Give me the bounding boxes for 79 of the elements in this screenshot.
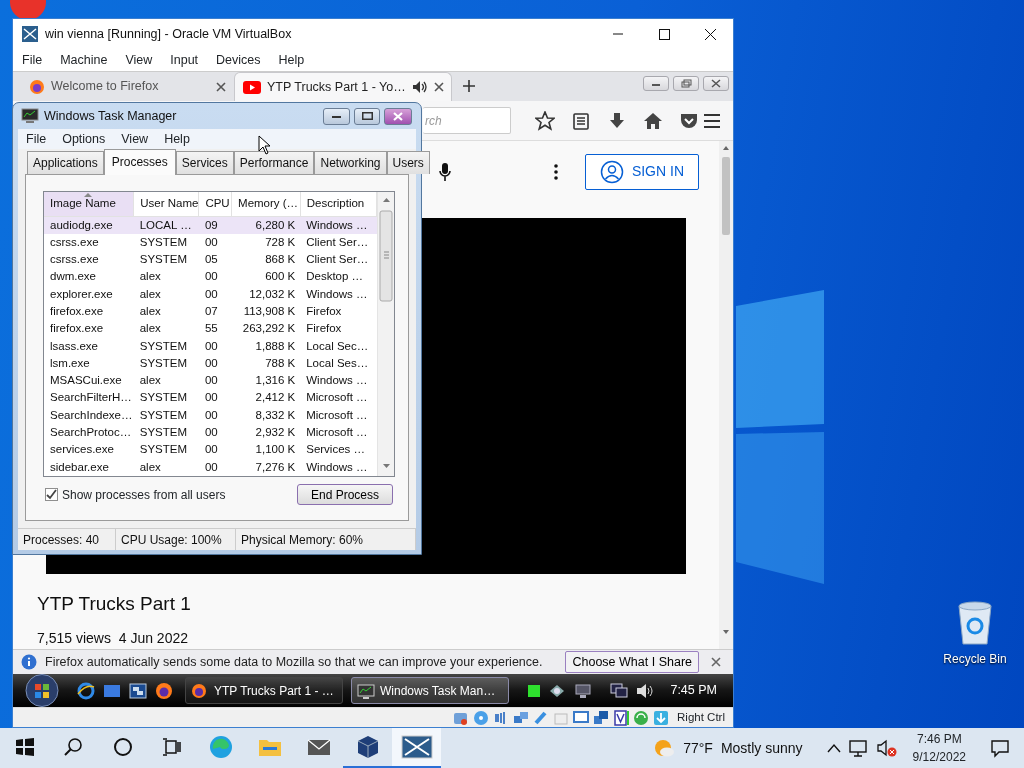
table-cell-text: alex bbox=[138, 321, 162, 337]
table-cell-text: SYSTEM bbox=[138, 338, 188, 354]
table-cell-text: Firefox bbox=[305, 321, 343, 337]
table-cell-text: Firefox bbox=[305, 304, 343, 319]
table-cell-text: SYSTEM bbox=[138, 355, 188, 371]
table-cell-text: 00 bbox=[203, 338, 219, 354]
table-cell-text: firefox.exe bbox=[49, 304, 105, 319]
table-cell: SYSTEM bbox=[133, 233, 199, 252]
table-cell-text: alex bbox=[138, 459, 162, 475]
table-cell-text: alex bbox=[138, 269, 162, 285]
table-cell-text: SYSTEM bbox=[138, 442, 188, 458]
table-cell-text: 00 bbox=[203, 442, 219, 458]
table-cell-text: Client Ser… bbox=[305, 252, 370, 268]
table-cell-text: SearchIndexe… bbox=[49, 407, 134, 423]
table-cell-text: alex bbox=[138, 373, 162, 389]
table-cell-text: dwm.exe bbox=[49, 269, 98, 285]
table-cell-text: lsm.exe bbox=[49, 355, 91, 371]
table-cell-text: 1,888 K bbox=[254, 338, 297, 354]
table-cell-text: SYSTEM bbox=[138, 390, 188, 406]
table-cell-text: 788 K bbox=[264, 355, 297, 371]
table-cell-text: Windows … bbox=[305, 286, 369, 302]
table-cell-text: 12,032 K bbox=[248, 286, 297, 302]
table-cell-text: sidebar.exe bbox=[49, 459, 110, 475]
table-cell-text: lsass.exe bbox=[49, 338, 99, 354]
table-cell-text: 113,908 K bbox=[242, 304, 297, 319]
table-cell-text: 00 bbox=[203, 269, 219, 285]
table-cell-text: 600 K bbox=[264, 269, 297, 285]
status-text: Processes: 40 bbox=[18, 529, 116, 550]
table-cell-text: 8,332 K bbox=[254, 407, 297, 423]
table-cell-text: 2,932 K bbox=[254, 424, 297, 440]
table-cell-text: Microsoft … bbox=[305, 390, 369, 406]
table-cell-text: 00 bbox=[203, 390, 219, 406]
table-cell-text: 55 bbox=[203, 321, 219, 337]
table-cell-text: firefox.exe bbox=[49, 321, 105, 337]
table-cell-text: 00 bbox=[203, 459, 219, 475]
table-cell: 00 bbox=[198, 233, 232, 252]
table-cell-text: alex bbox=[138, 304, 162, 319]
table-cell-text: Microsoft … bbox=[305, 424, 369, 440]
table-cell-text: 7,276 K bbox=[254, 459, 297, 475]
table-cell-text: Microsoft … bbox=[305, 407, 369, 423]
table-cell-text: 07 bbox=[203, 304, 219, 319]
table-cell-text: SYSTEM bbox=[138, 424, 188, 440]
table-cell-text: MSASCui.exe bbox=[49, 373, 123, 389]
host-key-label: Right Ctrl bbox=[677, 709, 725, 725]
video-stats: 7,515 views 4 Jun 2022 bbox=[37, 629, 189, 648]
table-cell-text: Local Ses… bbox=[305, 355, 370, 371]
window-title: win vienna [Running] - Oracle VM VirtualBox bbox=[45, 25, 292, 43]
table-cell-text: Desktop … bbox=[305, 269, 365, 285]
table-cell-text: Windows … bbox=[305, 373, 369, 389]
video-title: YTP Trucks Part 1 bbox=[37, 591, 192, 616]
table-cell-text: services.exe bbox=[49, 442, 115, 458]
table-cell-text: 00 bbox=[203, 286, 219, 302]
table-cell: Client Ser… bbox=[300, 233, 377, 252]
table-cell-text: SYSTEM bbox=[138, 252, 188, 268]
table-cell-text: Services … bbox=[305, 442, 366, 458]
status-text: Physical Memory: 60% bbox=[236, 529, 416, 550]
table-cell-text: 1,100 K bbox=[254, 442, 297, 458]
table-cell-text: 00 bbox=[203, 407, 219, 423]
table-cell-text: 1,316 K bbox=[254, 373, 297, 389]
table-cell-text: 263,292 K bbox=[241, 321, 297, 337]
window-title: Windows Task Manager bbox=[44, 107, 177, 125]
table-cell-text: 05 bbox=[203, 252, 219, 268]
table-cell-text: alex bbox=[138, 286, 162, 302]
table-cell: 728 K bbox=[231, 233, 301, 252]
table-cell-text: csrss.exe bbox=[49, 252, 100, 268]
table-cell: csrss.exe bbox=[44, 233, 134, 252]
table-cell-text: 00 bbox=[203, 355, 219, 371]
table-cell-text: 2,412 K bbox=[254, 390, 297, 406]
table-cell-text: 868 K bbox=[264, 252, 297, 268]
table-cell-text: 00 bbox=[203, 424, 219, 440]
table-cell-text: explorer.exe bbox=[49, 286, 114, 302]
table-cell-text: Windows … bbox=[305, 459, 369, 475]
notification-text: Firefox automatically sends some data to Mozilla so that we can improve your experience. bbox=[45, 653, 543, 671]
table-cell-text: Local Sec… bbox=[305, 338, 370, 354]
table-cell-text: SearchProtoc… bbox=[49, 424, 133, 440]
table-cell-text: SearchFilterH… bbox=[49, 390, 133, 406]
table-cell-text: SYSTEM bbox=[138, 407, 188, 423]
status-text: CPU Usage: 100% bbox=[116, 529, 236, 550]
table-cell-text: 00 bbox=[203, 373, 219, 389]
